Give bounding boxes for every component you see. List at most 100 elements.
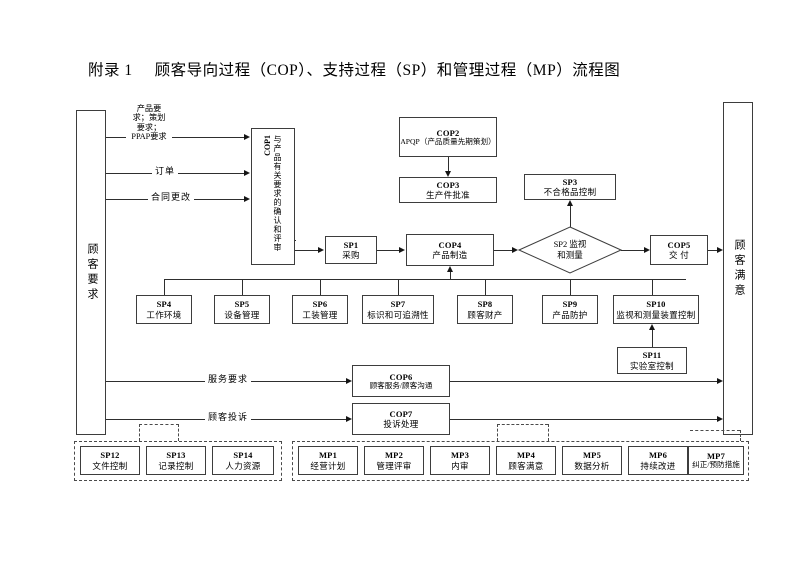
arrow-sp1-to-cop4 bbox=[399, 246, 405, 253]
line-cop7-to-satisfaction bbox=[450, 419, 717, 420]
process-cop6-name: 顾客服务/顾客沟通 bbox=[369, 380, 433, 390]
line-requirements-a bbox=[106, 137, 126, 138]
process-sp3-name: 不合格品控制 bbox=[543, 187, 597, 197]
arrow-order bbox=[244, 169, 250, 176]
process-cop4-code: COP4 bbox=[438, 239, 462, 250]
line-sp5-riser bbox=[242, 279, 243, 295]
process-sp3-code: SP3 bbox=[562, 176, 578, 187]
process-sp12-code: SP12 bbox=[100, 450, 120, 461]
label-requirements: 产品要求；策划要求；PPAP要求 bbox=[126, 104, 172, 142]
process-sp12-name: 文件控制 bbox=[92, 460, 128, 471]
line-sp7-riser bbox=[398, 279, 399, 295]
process-sp9-code: SP9 bbox=[562, 299, 578, 310]
process-cop1-name: 与产品有关要求的确认和评审 bbox=[273, 135, 282, 252]
customer-satisfaction-box: 顾客满意 bbox=[723, 102, 753, 435]
customer-satisfaction-label: 顾客满意 bbox=[732, 238, 745, 299]
process-mp3-name: 内审 bbox=[451, 460, 469, 471]
line-sp2-to-sp3 bbox=[570, 206, 571, 228]
process-sp14-name: 人力资源 bbox=[225, 460, 261, 471]
process-mp3: MP3 内审 bbox=[430, 446, 490, 475]
arrow-cop1-to-sp1 bbox=[318, 246, 324, 253]
label-contract-change: 合同更改 bbox=[148, 190, 195, 203]
process-sp13: SP13 记录控制 bbox=[146, 446, 206, 475]
line-sp6-riser bbox=[320, 279, 321, 295]
process-sp12: SP12 文件控制 bbox=[80, 446, 140, 475]
process-mp4-name: 顾客满意 bbox=[508, 460, 544, 471]
process-mp6-name: 持续改进 bbox=[640, 460, 676, 471]
arrow-cop5-to-satisfaction bbox=[717, 246, 723, 253]
arrow-requirements bbox=[244, 133, 250, 140]
process-sp8-code: SP8 bbox=[477, 299, 493, 310]
process-cop7-name: 投诉处理 bbox=[383, 419, 419, 429]
process-mp5-code: MP5 bbox=[582, 450, 602, 461]
customer-requirements-label: 顾客要求 bbox=[85, 242, 98, 303]
process-mp5: MP5 数据分析 bbox=[562, 446, 622, 475]
process-mp4: MP4 顾客满意 bbox=[496, 446, 556, 475]
process-sp9-name: 产品防护 bbox=[552, 309, 588, 320]
dash-stub-mgmt-right-riser bbox=[740, 430, 741, 441]
flowchart-canvas: 附录 1 顾客导向过程（COP）、支持过程（SP）和管理过程（MP）流程图 顾客要… bbox=[0, 0, 800, 566]
line-cop1-sp1-stub bbox=[295, 240, 296, 241]
line-sp4-riser bbox=[164, 279, 165, 295]
process-cop4-name: 产品制造 bbox=[432, 250, 468, 260]
process-cop3-name: 生产件批准 bbox=[425, 190, 470, 200]
process-sp5-name: 设备管理 bbox=[224, 309, 260, 320]
process-sp1: SP1 采购 bbox=[325, 236, 377, 264]
process-cop3: COP3 生产件批准 bbox=[399, 177, 497, 203]
dash-stub-support-right bbox=[178, 424, 179, 441]
process-cop2-name: APQP（产品质量先期策划） bbox=[400, 136, 496, 146]
process-sp8-name: 顾客财产 bbox=[467, 309, 503, 320]
process-sp8: SP8 顾客财产 bbox=[457, 295, 513, 324]
process-sp4-name: 工作环境 bbox=[146, 309, 182, 320]
line-cop6-to-satisfaction bbox=[450, 381, 717, 382]
line-cop2-to-cop3 bbox=[448, 157, 449, 172]
line-sp9-riser bbox=[570, 279, 571, 295]
process-sp1-code: SP1 bbox=[343, 239, 359, 250]
process-mp1: MP1 经营计划 bbox=[298, 446, 358, 475]
process-mp7: MP7 纠正/预防措施 bbox=[688, 446, 744, 475]
process-mp7-name: 纠正/预防措施 bbox=[692, 460, 740, 470]
line-cop1-to-sp1 bbox=[295, 250, 318, 251]
line-sp2-to-cop5 bbox=[621, 250, 644, 251]
process-mp4-code: MP4 bbox=[516, 450, 536, 461]
line-sp10-riser bbox=[652, 279, 653, 295]
process-cop3-code: COP3 bbox=[436, 179, 460, 190]
process-sp13-code: SP13 bbox=[166, 450, 186, 461]
process-cop2: COP2 APQP（产品质量先期策划） bbox=[399, 117, 497, 157]
process-sp4: SP4 工作环境 bbox=[136, 295, 192, 324]
line-requirements-b bbox=[164, 137, 244, 138]
decision-sp2-name: 和测量 bbox=[557, 250, 583, 260]
process-sp14-code: SP14 bbox=[233, 450, 253, 461]
process-sp10-code: SP10 bbox=[646, 299, 666, 310]
label-customer-complaint: 顾客投诉 bbox=[205, 410, 252, 423]
process-mp2-code: MP2 bbox=[384, 450, 404, 461]
dash-stub-support-left bbox=[139, 424, 140, 441]
process-cop5-code: COP5 bbox=[667, 239, 691, 250]
process-sp11: SP11 实验室控制 bbox=[617, 347, 687, 374]
arrow-cop6-to-satisfaction bbox=[717, 377, 723, 384]
label-service-request: 服务要求 bbox=[205, 372, 252, 385]
process-sp10: SP10 监视和测量装置控制 bbox=[613, 295, 699, 324]
process-sp10-name: 监视和测量装置控制 bbox=[616, 309, 696, 320]
dash-stub-support-top bbox=[139, 424, 179, 425]
process-sp11-code: SP11 bbox=[642, 350, 662, 361]
process-cop1: 与产品有关要求的确认和评审 COP1 bbox=[251, 128, 295, 265]
arrow-sp2-to-sp3 bbox=[566, 200, 573, 206]
line-cop4-to-sp2 bbox=[494, 250, 512, 251]
arrow-sp11-to-sp10 bbox=[648, 324, 655, 330]
process-mp3-code: MP3 bbox=[450, 450, 470, 461]
process-sp7-name: 标识和可追溯性 bbox=[367, 309, 429, 320]
process-sp5: SP5 设备管理 bbox=[214, 295, 270, 324]
process-sp6-code: SP6 bbox=[312, 299, 328, 310]
title-number: 附录 1 bbox=[88, 62, 133, 79]
decision-sp2: SP2 监视 和测量 bbox=[518, 226, 622, 274]
line-sp1-to-cop4 bbox=[377, 250, 399, 251]
process-sp14: SP14 人力资源 bbox=[212, 446, 274, 475]
process-sp7-code: SP7 bbox=[390, 299, 406, 310]
line-sp8-riser bbox=[485, 279, 486, 295]
process-sp11-name: 实验室控制 bbox=[629, 360, 674, 371]
line-bus-to-cop4 bbox=[450, 272, 451, 280]
page-title: 附录 1 顾客导向过程（COP）、支持过程（SP）和管理过程（MP）流程图 bbox=[88, 58, 728, 80]
process-sp6-name: 工装管理 bbox=[302, 309, 338, 320]
process-mp2: MP2 管理评审 bbox=[364, 446, 424, 475]
